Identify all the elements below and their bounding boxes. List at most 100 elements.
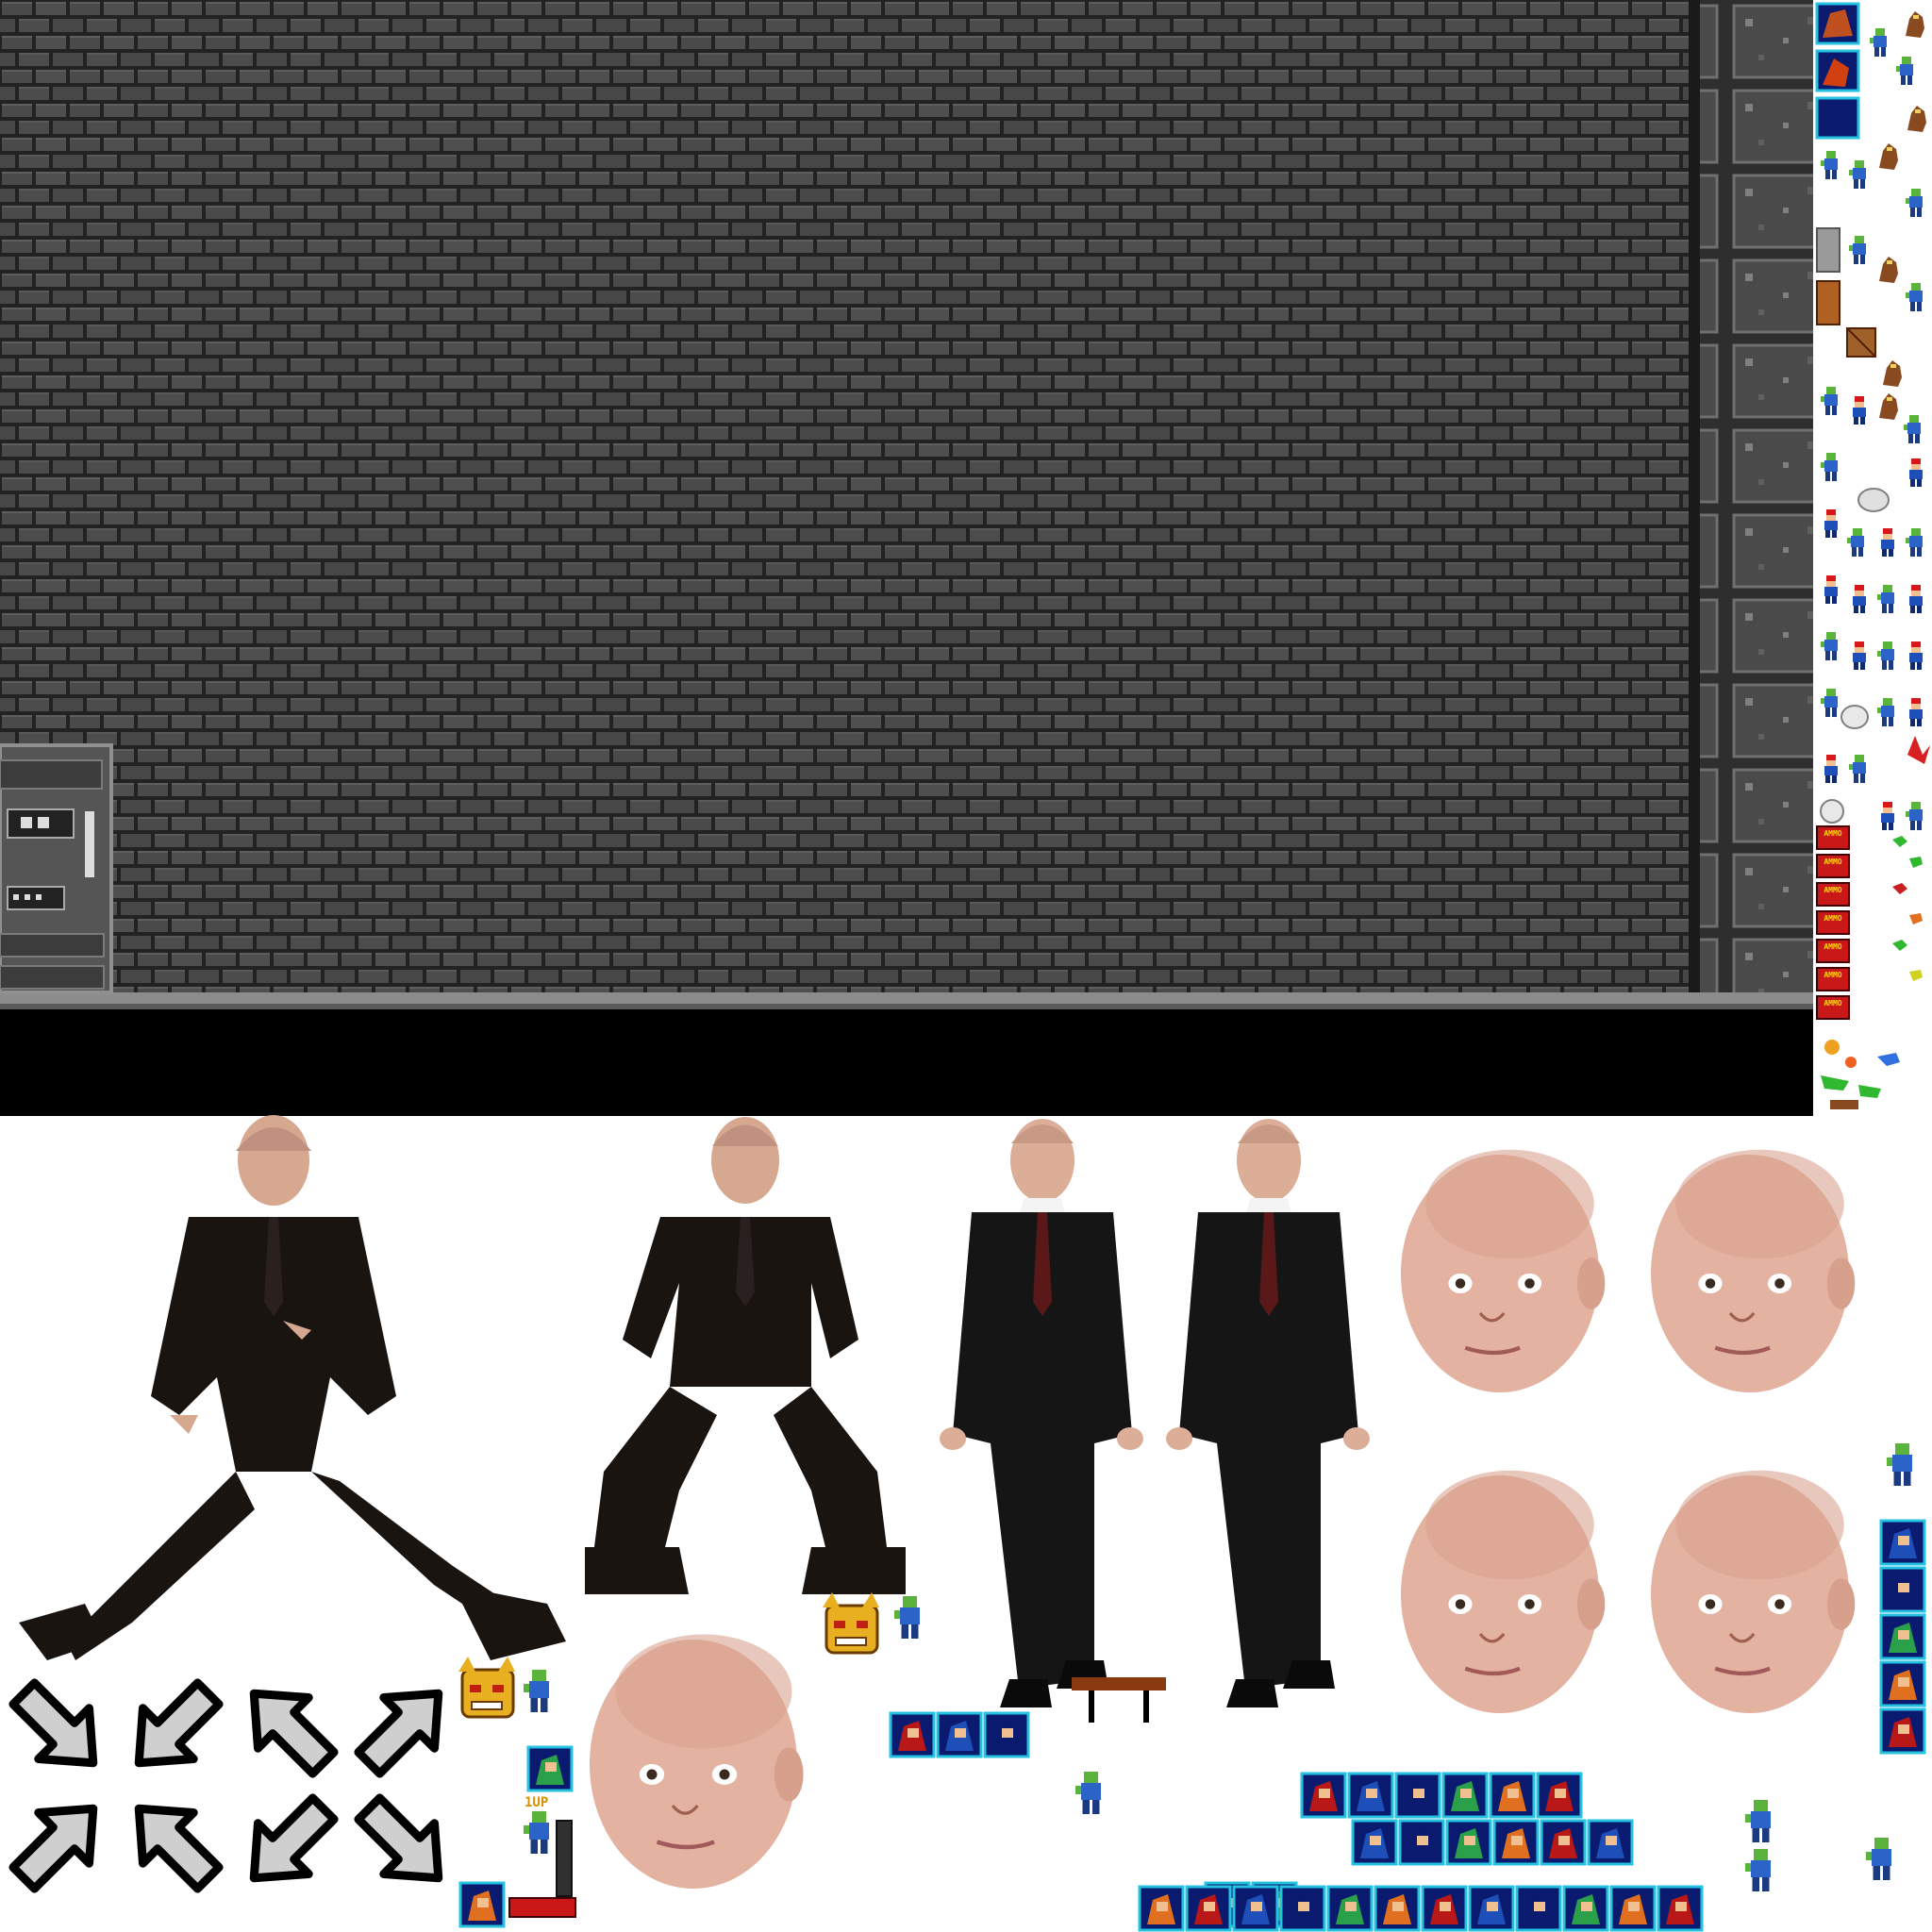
arrow-in-up-right-icon [8, 1804, 98, 1893]
portrait-tile [1879, 1660, 1926, 1707]
arrow-out-up-right-icon [354, 1689, 443, 1778]
arrow-in-down-right-icon [8, 1678, 98, 1768]
oneup-text: 1UP [525, 1795, 549, 1810]
portrait-tile [1815, 96, 1860, 140]
ghost-sprite [1840, 705, 1869, 729]
portrait-tile [1562, 1885, 1609, 1932]
ammo-pickup-sprite: AMMO [1816, 882, 1850, 907]
portrait-tile [1540, 1819, 1587, 1866]
portrait-tile [1515, 1885, 1562, 1932]
portrait-tile [1879, 1613, 1926, 1660]
ghost-sprite [1857, 488, 1890, 512]
portrait-tile [1815, 2, 1860, 45]
table-prop-sprite [1072, 1677, 1166, 1723]
portrait-tile [1232, 1885, 1279, 1932]
character-dance-split [19, 1115, 566, 1660]
arrow-in-up-left-icon [134, 1804, 224, 1893]
character-head [1401, 1150, 1605, 1392]
portrait-tile [1374, 1885, 1421, 1932]
portrait-tile [1351, 1819, 1398, 1866]
ammo-pickup-sprite: AMMO [1816, 854, 1850, 878]
ghost-sprite [1820, 799, 1844, 824]
character-head [590, 1635, 804, 1890]
portrait-tile [1879, 1566, 1926, 1613]
sprite-atlas: AMMO AMMO AMMO AMMO AMMO AMMO AMMO [0, 0, 1932, 1932]
ammo-label: AMMO [1824, 914, 1841, 923]
portrait-tile [1609, 1885, 1657, 1932]
crate-sprite [1846, 327, 1876, 358]
portrait-tile [936, 1711, 983, 1758]
ammo-pickup-sprite: AMMO [1816, 825, 1850, 850]
arrow-in-down-left-icon [134, 1678, 224, 1768]
character-walk-b [1166, 1119, 1370, 1707]
zombie-sprite [524, 1670, 549, 1712]
ammo-label: AMMO [1824, 829, 1841, 838]
portrait-tile [1398, 1819, 1445, 1866]
arrow-out-down-right-icon [354, 1793, 443, 1883]
portrait-tile [1536, 1772, 1583, 1819]
character-head [1651, 1150, 1855, 1392]
ammo-label: AMMO [1824, 942, 1841, 951]
arrow-out-up-left-icon [249, 1689, 339, 1778]
portrait-tile [1279, 1885, 1326, 1932]
zombie-sprite [524, 1811, 549, 1854]
ammo-label: AMMO [1824, 999, 1841, 1008]
floor-trim [0, 992, 1813, 1009]
stone-pillar [1698, 0, 1813, 995]
portrait-tile [1185, 1885, 1232, 1932]
character-head [1401, 1471, 1605, 1713]
ammo-pickup-sprite: AMMO [1816, 939, 1850, 963]
portrait-tile [1347, 1772, 1394, 1819]
demon-mask-sprite [458, 1657, 515, 1719]
portrait-tile [1657, 1885, 1704, 1932]
portrait-tile [458, 1881, 506, 1928]
oneup-label: 1UP [525, 1792, 548, 1810]
ammo-pickup-sprite: AMMO [1816, 995, 1850, 1020]
portrait-tile [1394, 1772, 1441, 1819]
portrait-tile [1300, 1772, 1347, 1819]
ammo-label: AMMO [1824, 971, 1841, 979]
ammo-label: AMMO [1824, 858, 1841, 866]
demon-mask-sprite [823, 1592, 879, 1655]
ammo-label: AMMO [1824, 886, 1841, 894]
zombie-sprite [1745, 1849, 1771, 1891]
portrait-tile [1468, 1885, 1515, 1932]
brick-wall [0, 0, 1698, 995]
portrait-tile [983, 1711, 1030, 1758]
portrait-tile [1587, 1819, 1634, 1866]
level-background [0, 0, 1813, 1116]
character-dance-squat [585, 1117, 906, 1594]
zombie-sprite [1745, 1800, 1771, 1842]
column-prop-sprite [556, 1820, 573, 1897]
ammo-pickup-sprite: AMMO [1816, 967, 1850, 991]
portrait-tile [1441, 1772, 1489, 1819]
ammo-pickup-sprite: AMMO [1816, 910, 1850, 935]
pillar-shadow [1689, 0, 1700, 995]
character-walk-a [940, 1119, 1143, 1707]
portrait-tile [1489, 1772, 1536, 1819]
zombie-sprite [894, 1596, 920, 1639]
trap-prop-sprite [508, 1897, 576, 1918]
portrait-tile [1138, 1885, 1185, 1932]
ammo-stack: AMMO AMMO AMMO AMMO AMMO AMMO AMMO [1816, 825, 1850, 1020]
door-sprite [1816, 227, 1840, 273]
character-head [1651, 1471, 1855, 1713]
portrait-tile [1492, 1819, 1540, 1866]
zombie-sprite [1866, 1838, 1891, 1880]
portrait-tile [1815, 49, 1860, 92]
control-panel [0, 743, 113, 994]
arrow-out-down-left-icon [249, 1793, 339, 1883]
black-floor [0, 1009, 1813, 1116]
portrait-tile [889, 1711, 936, 1758]
sprite-column: AMMO AMMO AMMO AMMO AMMO AMMO AMMO [1813, 0, 1932, 1116]
door-sprite [1816, 280, 1840, 325]
portrait-tile [1326, 1885, 1374, 1932]
zombie-sprite [1887, 1443, 1912, 1486]
arrow-grid [8, 1678, 443, 1893]
portrait-tile [526, 1745, 574, 1792]
portrait-tile [1879, 1707, 1926, 1755]
portrait-tile [1879, 1519, 1926, 1566]
zombie-sprite [1075, 1772, 1101, 1814]
portrait-tile [1421, 1885, 1468, 1932]
portrait-tile [1445, 1819, 1492, 1866]
